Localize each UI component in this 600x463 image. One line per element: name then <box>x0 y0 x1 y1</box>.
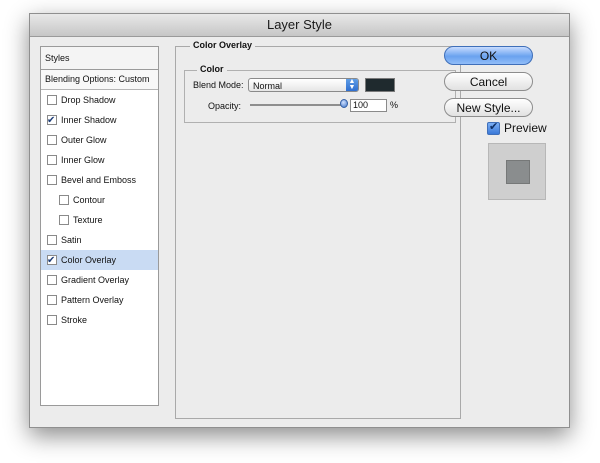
style-checkbox[interactable] <box>47 111 57 131</box>
panel-title: Color Overlay <box>190 40 256 50</box>
style-item-stroke[interactable]: Stroke <box>41 310 158 330</box>
style-item-label: Pattern Overlay <box>61 295 124 305</box>
style-item-label: Satin <box>61 235 82 245</box>
style-item-satin[interactable]: Satin <box>41 230 158 250</box>
color-group: Color Blend Mode: Normal ▲ ▼ Opacity: 100… <box>184 64 456 123</box>
style-item-contour[interactable]: Contour <box>41 190 158 210</box>
style-item-drop-shadow[interactable]: Drop Shadow <box>41 90 158 110</box>
color-overlay-panel: Color Overlay Color Blend Mode: Normal ▲… <box>175 40 461 419</box>
style-item-label: Gradient Overlay <box>61 275 130 285</box>
style-checkbox[interactable] <box>47 315 57 325</box>
style-item-label: Inner Glow <box>61 155 105 165</box>
opacity-input[interactable]: 100 <box>350 99 387 112</box>
style-item-gradient-overlay[interactable]: Gradient Overlay <box>41 270 158 290</box>
window-title: Layer Style <box>30 14 569 37</box>
chevron-up-down-icon: ▲ ▼ <box>346 78 358 91</box>
ok-button[interactable]: OK <box>444 46 533 65</box>
style-item-label: Outer Glow <box>61 135 107 145</box>
style-checkbox[interactable] <box>59 215 69 225</box>
style-checkbox[interactable] <box>47 95 57 105</box>
style-item-color-overlay[interactable]: Color Overlay <box>41 250 158 271</box>
style-checkbox[interactable] <box>47 175 57 185</box>
style-checkbox[interactable] <box>47 155 57 165</box>
style-item-texture[interactable]: Texture <box>41 210 158 230</box>
style-item-bevel-and-emboss[interactable]: Bevel and Emboss <box>41 170 158 190</box>
style-item-label: Inner Shadow <box>61 115 117 125</box>
style-item-inner-glow[interactable]: Inner Glow <box>41 150 158 170</box>
style-item-inner-shadow[interactable]: Inner Shadow <box>41 110 158 131</box>
preview-checkbox[interactable] <box>487 120 500 135</box>
style-item-label: Drop Shadow <box>61 95 116 105</box>
style-item-label: Texture <box>73 215 103 225</box>
blend-mode-select[interactable]: Normal ▲ ▼ <box>248 78 359 92</box>
style-checkbox[interactable] <box>47 135 57 145</box>
style-preview-thumbnail <box>488 143 546 200</box>
blending-options-item[interactable]: Blending Options: Custom <box>41 70 158 90</box>
style-checkbox[interactable] <box>47 295 57 305</box>
style-item-outer-glow[interactable]: Outer Glow <box>41 130 158 150</box>
style-item-label: Color Overlay <box>61 255 117 265</box>
opacity-unit: % <box>390 100 399 110</box>
preview-swatch <box>506 160 530 184</box>
blend-mode-label: Blend Mode: <box>193 80 244 90</box>
style-item-label: Stroke <box>61 315 88 325</box>
style-checkbox[interactable] <box>47 275 57 285</box>
style-checkbox[interactable] <box>47 251 57 271</box>
group-title: Color <box>197 64 227 74</box>
preview-toggle[interactable]: Preview <box>487 120 547 135</box>
styles-list: Styles Blending Options: Custom Drop Sha… <box>40 46 159 406</box>
style-item-label: Contour <box>73 195 106 205</box>
color-swatch[interactable] <box>365 78 395 92</box>
style-item-pattern-overlay[interactable]: Pattern Overlay <box>41 290 158 310</box>
new-style-button[interactable]: New Style... <box>444 98 533 117</box>
style-checkbox[interactable] <box>47 235 57 245</box>
style-item-label: Bevel and Emboss <box>61 175 137 185</box>
cancel-button[interactable]: Cancel <box>444 72 533 91</box>
opacity-label: Opacity: <box>208 101 242 111</box>
style-checkbox[interactable] <box>59 195 69 205</box>
preview-label: Preview <box>504 121 547 135</box>
styles-header[interactable]: Styles <box>41 47 158 70</box>
opacity-slider-track[interactable] <box>250 104 344 106</box>
blend-mode-value: Normal <box>253 81 283 91</box>
opacity-slider-thumb[interactable] <box>340 99 348 108</box>
